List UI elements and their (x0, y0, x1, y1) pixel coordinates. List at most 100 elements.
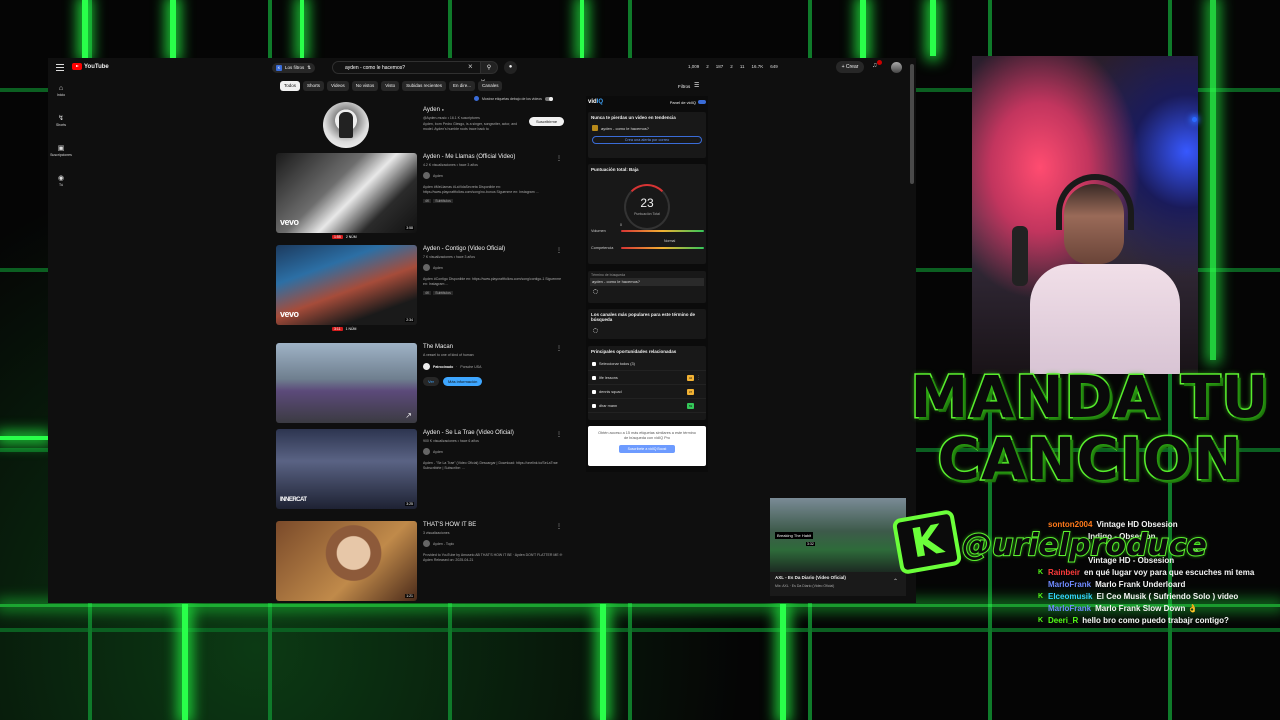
kick-badge-icon: K (1038, 593, 1044, 600)
neon-bar (0, 436, 48, 440)
checkbox[interactable] (592, 361, 596, 366)
video-badges: 4K Subtítulos (423, 199, 453, 203)
channel-avatar[interactable] (323, 102, 369, 148)
video-channel[interactable]: Ayden (423, 448, 443, 455)
neon-bar (170, 0, 176, 58)
video-thumbnail[interactable]: vevo 3:58 (276, 153, 417, 233)
video-result[interactable]: vevo 3:58 Ayden - Me Llamas (Official Vi… (276, 153, 606, 239)
sidebar-item-subscriptions[interactable]: ▣ Suscripciones (48, 144, 74, 170)
chat-message: MarloFrank Marlo Frank Underloard (1038, 580, 1278, 590)
extension-stats: 1,009 2 187 2 11 16.7K 649 (688, 64, 778, 69)
create-alert-button[interactable]: Crea una alerta por correo (592, 136, 702, 144)
mic-icon[interactable]: ● (504, 61, 517, 74)
video-title[interactable]: Ayden - Contigo (Video Oficial) (423, 246, 505, 252)
checkbox[interactable] (592, 403, 596, 408)
vidiq-panel-toggle[interactable]: Panel de vidIQ (670, 99, 706, 105)
sliders-icon[interactable]: ☰ (694, 82, 699, 89)
miniplayer[interactable]: Breaking The Habit 3:32 AXL - Es Da Diar… (770, 498, 906, 596)
filters-chip[interactable]: K Los filtros ⇅ (272, 63, 316, 73)
checkbox[interactable] (592, 389, 596, 394)
more-icon[interactable]: ⋮ (556, 523, 562, 530)
chip-live[interactable]: En dire... (448, 81, 475, 91)
video-result[interactable]: INNERCAT 3:25 Ayden - Se La Trae (Video … (276, 429, 606, 511)
opportunity-select-all[interactable]: Seleccionar todos (3) (588, 357, 706, 371)
search-input[interactable]: ayden - como le hacemos? (332, 61, 482, 74)
term-label: Término de búsqueda (591, 273, 626, 277)
chip-shorts[interactable]: Shorts (303, 81, 325, 91)
boost-button[interactable]: Suscríbete a vidIQ Boost (619, 445, 675, 453)
video-thumbnail[interactable]: vevo 2:34 (276, 245, 417, 325)
sponsor-name: Porsche USA (460, 364, 482, 369)
filters-button[interactable]: Filtros (678, 84, 690, 89)
tags-toggle-row[interactable]: Mostrar etiquetas debajo de los videos (474, 96, 553, 101)
channel-avatar-small (423, 448, 430, 455)
more-icon[interactable]: ⋮ (556, 247, 562, 254)
clear-icon[interactable]: × (468, 62, 473, 71)
opportunity-label: life lessons (599, 375, 618, 380)
sidebar-item-home[interactable]: ⌂ Inicio (48, 84, 74, 110)
ad-thumbnail[interactable]: ↗ (276, 343, 417, 423)
subscribe-button[interactable]: Suscribirme (529, 117, 564, 126)
chip-videos[interactable]: Videos (327, 81, 349, 91)
more-icon[interactable]: ⋮ (556, 155, 562, 162)
chip-channels[interactable]: Canales (477, 81, 503, 91)
menu-icon[interactable] (56, 64, 64, 71)
sidebar-item-shorts[interactable]: ↯ Shorts (48, 114, 74, 140)
video-channel-name: Ayden - Topic (433, 541, 455, 546)
more-icon[interactable]: ⋮ (556, 345, 562, 352)
toggle-switch[interactable] (698, 100, 706, 104)
chip-recent[interactable]: Subidas recientes (402, 81, 446, 91)
ad-view-button[interactable]: Ver (423, 377, 440, 386)
video-title[interactable]: Ayden - Se La Trae (Video Oficial) (423, 430, 514, 436)
ad-more-info-button[interactable]: Más información (443, 377, 483, 386)
miniplayer-overlay-text: Breaking The Habit (775, 532, 814, 539)
video-title[interactable]: THAT'S HOW IT BE (423, 522, 476, 528)
video-title[interactable]: Ayden - Me Llamas (Official Video) (423, 154, 515, 160)
sidebar-item-you[interactable]: ◉ Tú (48, 174, 74, 200)
chat-text: en qué lugar voy para que escuches mi te… (1084, 568, 1255, 577)
chip-unwatched[interactable]: No vistos (351, 81, 379, 91)
more-icon[interactable]: ⋮ (556, 431, 562, 438)
trend-card: Nunca te pierdas un video en tendencia a… (588, 112, 706, 158)
lock-icon (592, 125, 598, 131)
chip-watched[interactable]: Visto (381, 81, 400, 91)
video-channel[interactable]: Ayden (423, 264, 443, 271)
kick-badge-icon: K (1038, 569, 1044, 576)
create-button[interactable]: + Crear (836, 61, 864, 73)
miniplayer-video[interactable]: Breaking The Habit 3:32 (770, 498, 906, 572)
chip-all[interactable]: Todos (280, 81, 301, 91)
opportunity-row[interactable]: dennis squad 37 (588, 385, 706, 399)
video-thumbnail[interactable]: 1:21 (276, 521, 417, 601)
microphone-icon (1012, 226, 1028, 286)
video-result[interactable]: 1:21 THAT'S HOW IT BE 3 visualizaciones … (276, 521, 606, 603)
channel-avatar-small (423, 264, 430, 271)
video-duration: 3:25 (405, 502, 414, 506)
kick-logo-letter: K (907, 516, 947, 568)
channel-name[interactable]: Ayden ● (423, 107, 444, 113)
scrollbar-thumb[interactable] (910, 64, 914, 184)
vidiq-icon (474, 96, 479, 101)
chat-user: Elceomusik (1048, 592, 1093, 601)
search-button[interactable]: ⚲ (480, 61, 498, 74)
miniplayer-title[interactable]: AXL - Es Da Diario (Video Oficial) (775, 575, 846, 580)
youtube-logo[interactable]: YouTube (72, 63, 109, 70)
video-channel[interactable]: Ayden (423, 172, 443, 179)
headline-line-1: MANDA TU (909, 363, 1270, 431)
score-label: Puntuación Total (634, 212, 660, 216)
trend-title: Nunca te pierdas un video en tendencia (591, 115, 676, 120)
checkbox[interactable] (592, 375, 596, 380)
streamer-handle: @urielproduce (961, 527, 1208, 564)
video-channel[interactable]: Ayden - Topic (423, 540, 454, 547)
sidebar: ⌂ Inicio ↯ Shorts ▣ Suscripciones ◉ Tú (48, 80, 74, 200)
avatar[interactable] (891, 62, 902, 73)
tags-toggle[interactable] (544, 96, 553, 101)
ad-title[interactable]: The Macan (423, 344, 453, 350)
video-thumbnail[interactable]: INNERCAT 3:25 (276, 429, 417, 509)
miniplayer-time: 3:32 (806, 542, 815, 546)
ad-result[interactable]: ↗ The Macan A vessel to one of kind of h… (276, 343, 606, 425)
neon-bar (580, 0, 584, 58)
video-result[interactable]: vevo 2:34 Ayden - Contigo (Video Oficial… (276, 245, 606, 331)
chevron-up-icon[interactable]: ⌃ (893, 578, 898, 585)
opportunity-row[interactable]: life lessons 42 ⋮ (588, 371, 706, 385)
opportunity-row[interactable]: dhar mann 59 (588, 399, 706, 413)
